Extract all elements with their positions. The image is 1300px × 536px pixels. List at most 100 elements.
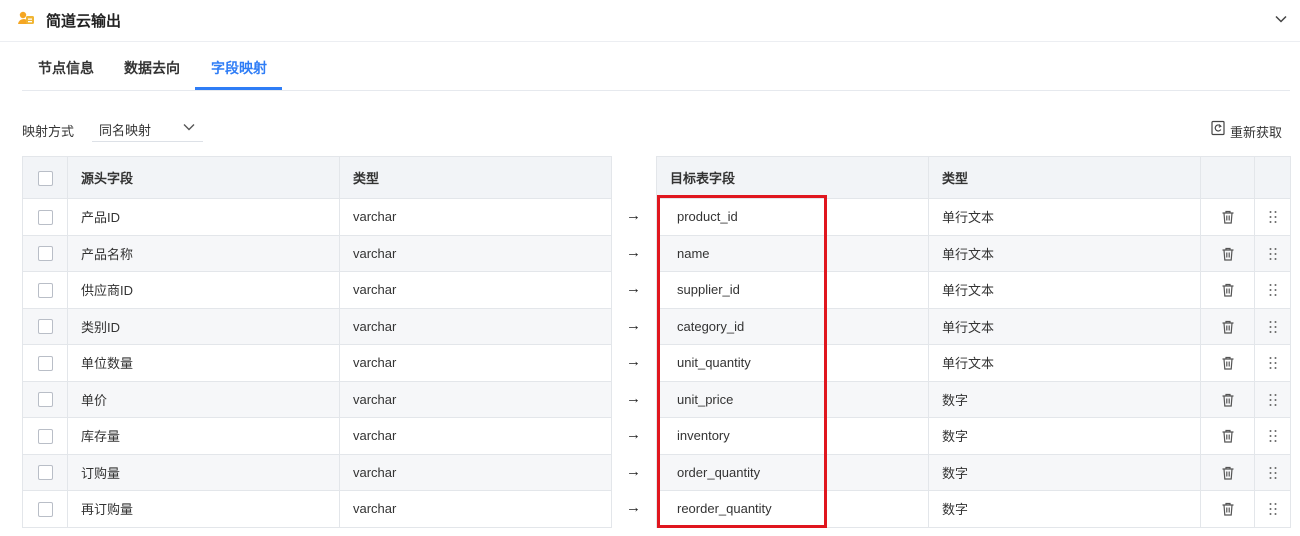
- drag-cell: [1254, 344, 1291, 382]
- row-checkbox[interactable]: [37, 319, 53, 335]
- table-row: 产品ID varchar: [22, 198, 612, 236]
- source-field-cell: 订购量: [67, 453, 340, 491]
- drag-handle-icon[interactable]: [1265, 465, 1281, 481]
- target-field-cell[interactable]: unit_quantity: [656, 344, 929, 382]
- drag-handle-icon[interactable]: [1265, 501, 1281, 517]
- table-row: product_id 单行文本: [656, 198, 1291, 236]
- row-select-cell: [22, 417, 68, 455]
- trash-icon[interactable]: [1220, 355, 1236, 371]
- chevron-down-icon[interactable]: [1272, 10, 1290, 28]
- drag-cell: [1254, 307, 1291, 345]
- source-type-cell: varchar: [339, 453, 612, 491]
- table-row: 单位数量 varchar: [22, 344, 612, 382]
- drag-handle-icon[interactable]: [1265, 209, 1281, 225]
- delete-cell: [1200, 198, 1255, 236]
- delete-cell: [1200, 307, 1255, 345]
- row-checkbox[interactable]: [37, 392, 53, 408]
- table-row: inventory 数字: [656, 417, 1291, 455]
- source-field-cell: 单位数量: [67, 344, 340, 382]
- target-field-cell[interactable]: order_quantity: [656, 453, 929, 491]
- source-type-cell: varchar: [339, 344, 612, 382]
- trash-icon[interactable]: [1220, 428, 1236, 444]
- refresh-icon: [1211, 120, 1225, 136]
- drag-cell: [1254, 380, 1291, 418]
- tab-bar: 节点信息 数据去向 字段映射: [22, 44, 1290, 91]
- target-field-cell[interactable]: unit_price: [656, 380, 929, 418]
- mapping-arrow-icon: →: [626, 499, 641, 516]
- target-type-cell: 数字: [928, 490, 1201, 528]
- table-row: 产品名称 varchar: [22, 234, 612, 272]
- tab-field-mapping[interactable]: 字段映射: [211, 58, 267, 78]
- mapping-mode-value: 同名映射: [99, 123, 152, 138]
- delete-cell: [1200, 380, 1255, 418]
- trash-icon[interactable]: [1220, 246, 1236, 262]
- select-all-checkbox[interactable]: [37, 170, 53, 186]
- delete-cell: [1200, 234, 1255, 272]
- table-row: supplier_id 单行文本: [656, 271, 1291, 309]
- source-type-cell: varchar: [339, 271, 612, 309]
- tab-node-info[interactable]: 节点信息: [38, 58, 94, 78]
- trash-icon[interactable]: [1220, 465, 1236, 481]
- target-field-cell[interactable]: name: [656, 234, 929, 272]
- row-checkbox[interactable]: [37, 355, 53, 371]
- drag-handle-icon[interactable]: [1265, 282, 1281, 298]
- source-field-header: 源头字段: [67, 156, 340, 199]
- drag-handle-icon[interactable]: [1265, 355, 1281, 371]
- mapping-mode-select[interactable]: 同名映射: [92, 112, 203, 142]
- table-header-row: 源头字段 类型: [22, 156, 612, 199]
- table-row: 供应商ID varchar: [22, 271, 612, 309]
- drag-handle-icon[interactable]: [1265, 246, 1281, 262]
- trash-icon[interactable]: [1220, 282, 1236, 298]
- row-select-cell: [22, 344, 68, 382]
- row-select-cell: [22, 198, 68, 236]
- target-type-cell: 单行文本: [928, 307, 1201, 345]
- source-field-cell: 产品名称: [67, 234, 340, 272]
- source-type-header: 类型: [339, 156, 612, 199]
- delete-cell: [1200, 490, 1255, 528]
- source-type-cell: varchar: [339, 234, 612, 272]
- row-checkbox[interactable]: [37, 209, 53, 225]
- drag-handle-icon[interactable]: [1265, 428, 1281, 444]
- table-row: 再订购量 varchar: [22, 490, 612, 528]
- drag-handle-icon[interactable]: [1265, 392, 1281, 408]
- table-row: unit_price 数字: [656, 380, 1291, 418]
- mapping-arrow-icon: →: [626, 280, 641, 297]
- trash-icon[interactable]: [1220, 319, 1236, 335]
- delete-cell: [1200, 271, 1255, 309]
- mapping-arrow-icon: →: [626, 207, 641, 224]
- mapping-arrow-icon: →: [626, 243, 641, 261]
- table-row: 单价 varchar: [22, 380, 612, 418]
- table-row: 库存量 varchar: [22, 417, 612, 455]
- target-type-cell: 单行文本: [928, 234, 1201, 272]
- drag-cell: [1254, 198, 1291, 236]
- row-checkbox[interactable]: [37, 465, 53, 481]
- source-type-cell: varchar: [339, 380, 612, 418]
- panel-title: 简道云输出: [46, 13, 122, 30]
- table-row: unit_quantity 单行文本: [656, 344, 1291, 382]
- mapping-arrows: → → → → → → → → →: [611, 198, 656, 527]
- target-field-cell[interactable]: category_id: [656, 307, 929, 345]
- row-checkbox[interactable]: [37, 501, 53, 517]
- source-type-cell: varchar: [339, 490, 612, 528]
- table-row: order_quantity 数字: [656, 453, 1291, 491]
- trash-icon[interactable]: [1220, 392, 1236, 408]
- target-field-cell[interactable]: supplier_id: [656, 271, 929, 309]
- target-type-header: 类型: [928, 156, 1201, 199]
- delete-cell: [1200, 417, 1255, 455]
- source-type-cell: varchar: [339, 417, 612, 455]
- drag-handle-icon[interactable]: [1265, 319, 1281, 335]
- drag-cell: [1254, 417, 1291, 455]
- target-field-cell[interactable]: reorder_quantity: [656, 490, 929, 528]
- tab-data-destination[interactable]: 数据去向: [124, 58, 180, 78]
- mapping-arrow-icon: →: [626, 389, 641, 407]
- row-checkbox[interactable]: [37, 282, 53, 298]
- target-field-cell[interactable]: inventory: [656, 417, 929, 455]
- row-checkbox[interactable]: [37, 246, 53, 262]
- target-field-cell[interactable]: product_id: [656, 198, 929, 236]
- trash-icon[interactable]: [1220, 209, 1236, 225]
- row-checkbox[interactable]: [37, 428, 53, 444]
- target-type-cell: 单行文本: [928, 344, 1201, 382]
- trash-icon[interactable]: [1220, 501, 1236, 517]
- delete-cell: [1200, 344, 1255, 382]
- jdy-logo-icon: [18, 11, 34, 24]
